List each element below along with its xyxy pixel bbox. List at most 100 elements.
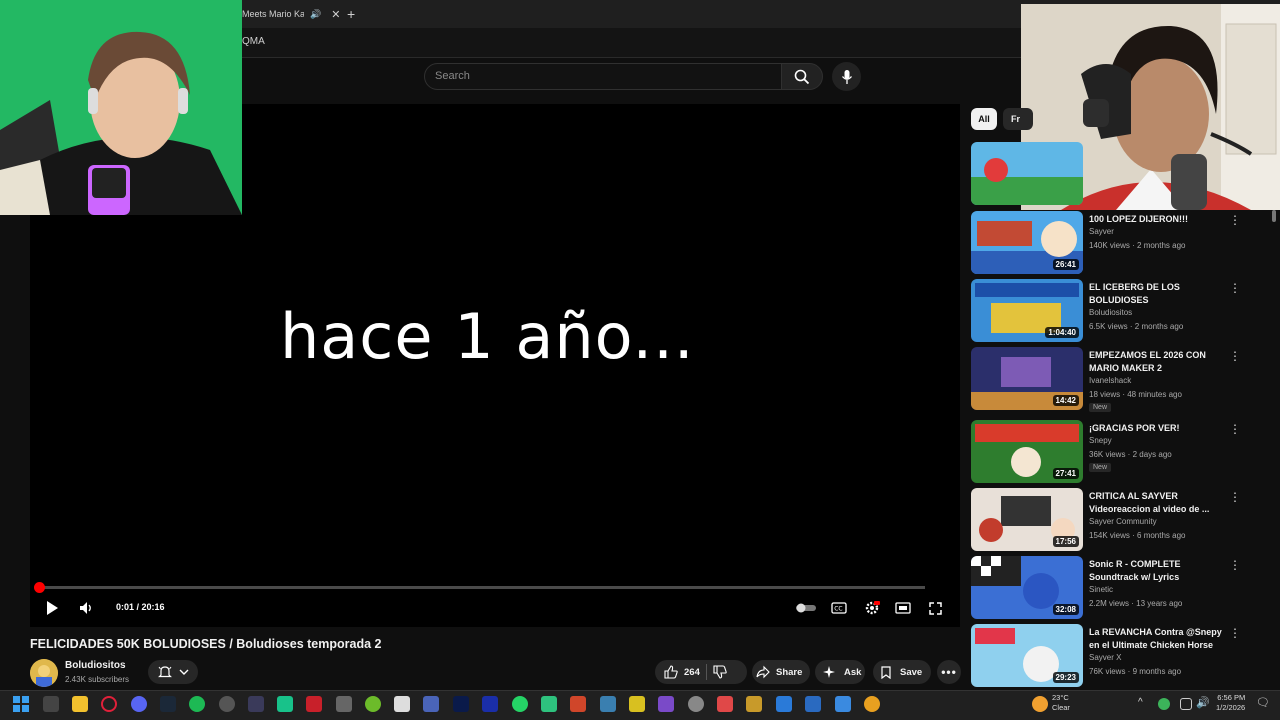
speaker-tray-icon[interactable]: 🔊 bbox=[1196, 696, 1210, 709]
video-thumbnail[interactable]: 32:08 bbox=[971, 556, 1083, 619]
bookmark-item[interactable]: QMA bbox=[242, 36, 265, 47]
obs-icon[interactable] bbox=[219, 696, 235, 712]
more-vertical-icon[interactable]: ⋮ bbox=[1229, 558, 1241, 572]
sidebar-scrollbar[interactable] bbox=[1272, 210, 1276, 222]
xbox-icon[interactable] bbox=[365, 696, 381, 712]
share-button[interactable]: Share bbox=[752, 660, 810, 684]
video-title-link[interactable]: EMPEZAMOS EL 2026 CON MARIO MAKER 2 bbox=[1089, 349, 1229, 375]
app-icon[interactable] bbox=[717, 696, 733, 712]
more-vertical-icon[interactable]: ⋮ bbox=[1229, 626, 1241, 640]
chevron-up-icon[interactable]: ^ bbox=[1138, 697, 1143, 708]
list-item[interactable]: 14:42 EMPEZAMOS EL 2026 CON MARIO MAKER … bbox=[971, 347, 1261, 412]
like-button[interactable]: 264 bbox=[655, 665, 700, 679]
volume-button[interactable] bbox=[76, 598, 96, 618]
weather-widget[interactable]: 23°C Clear bbox=[1052, 693, 1070, 713]
video-thumbnail[interactable]: 17:56 bbox=[971, 488, 1083, 551]
video-title-link[interactable]: 100 LOPEZ DIJERON!!! bbox=[1089, 213, 1229, 226]
list-item[interactable] bbox=[971, 142, 1261, 206]
browser-tab[interactable]: Meets Mario Kart 🔊 ✕ bbox=[242, 4, 342, 24]
app-icon[interactable] bbox=[805, 696, 821, 712]
app-icon[interactable] bbox=[482, 696, 498, 712]
app-icon[interactable] bbox=[277, 696, 293, 712]
channel-name[interactable]: Snepy bbox=[1089, 436, 1112, 445]
app-icon[interactable] bbox=[746, 696, 762, 712]
spotify-icon[interactable] bbox=[189, 696, 205, 712]
app-icon[interactable] bbox=[248, 696, 264, 712]
captions-button[interactable]: CC bbox=[828, 598, 850, 618]
video-thumbnail[interactable]: 1:04:40 bbox=[971, 279, 1083, 342]
dislike-button[interactable] bbox=[713, 665, 727, 679]
app-icon[interactable] bbox=[835, 696, 851, 712]
channel-name[interactable]: Sayver X bbox=[1089, 653, 1121, 662]
notification-bell-button[interactable] bbox=[148, 660, 198, 684]
app-icon[interactable] bbox=[629, 696, 645, 712]
voice-search-button[interactable] bbox=[832, 62, 861, 91]
opera-icon[interactable] bbox=[101, 696, 117, 712]
windows-start-icon[interactable] bbox=[13, 696, 29, 712]
list-item[interactable]: 1:04:40 EL ICEBERG DE LOS BOLUDIOSES Bol… bbox=[971, 279, 1261, 343]
mic-tray-icon[interactable] bbox=[1158, 698, 1170, 710]
progress-bar[interactable] bbox=[40, 586, 925, 589]
video-thumbnail[interactable]: 26:41 bbox=[971, 211, 1083, 274]
more-vertical-icon[interactable]: ⋮ bbox=[1229, 213, 1241, 227]
whatsapp-icon[interactable] bbox=[512, 696, 528, 712]
settings-app-icon[interactable] bbox=[688, 696, 704, 712]
app-icon[interactable] bbox=[658, 696, 674, 712]
settings-button[interactable] bbox=[861, 598, 883, 618]
app-icon[interactable] bbox=[600, 696, 616, 712]
channel-name[interactable]: Sinetic bbox=[1089, 585, 1113, 594]
video-thumbnail[interactable]: 29:23 bbox=[971, 624, 1083, 687]
autoplay-toggle[interactable] bbox=[795, 598, 817, 618]
app-icon[interactable] bbox=[776, 696, 792, 712]
list-item[interactable]: 27:41 ¡GRACIAS POR VER! Snepy 36K views … bbox=[971, 420, 1261, 484]
theater-mode-button[interactable] bbox=[892, 598, 914, 618]
speaker-icon[interactable]: 🔊 bbox=[310, 9, 321, 20]
task-view-icon[interactable] bbox=[43, 696, 59, 712]
channel-avatar[interactable] bbox=[30, 659, 58, 687]
video-title-link[interactable]: La REVANCHA Contra @Snepy en el Ultimate… bbox=[1089, 626, 1229, 652]
video-title-link[interactable]: Sonic R - COMPLETE Soundtrack w/ Lyrics bbox=[1089, 558, 1229, 584]
app-icon[interactable] bbox=[306, 696, 322, 712]
video-title-link[interactable]: EL ICEBERG DE LOS BOLUDIOSES bbox=[1089, 281, 1229, 307]
channel-name[interactable]: Sayver Community bbox=[1089, 517, 1157, 526]
search-input[interactable]: Search bbox=[424, 63, 782, 90]
file-explorer-icon[interactable] bbox=[72, 696, 88, 712]
chrome-icon[interactable] bbox=[864, 696, 880, 712]
list-item[interactable]: 17:56 CRITICA AL SAYVER Videoreaccion al… bbox=[971, 488, 1261, 552]
more-vertical-icon[interactable]: ⋮ bbox=[1229, 349, 1241, 363]
list-item[interactable]: 32:08 Sonic R - COMPLETE Soundtrack w/ L… bbox=[971, 556, 1261, 620]
animate-icon[interactable] bbox=[453, 696, 469, 712]
more-vertical-icon[interactable]: ⋮ bbox=[1229, 422, 1241, 436]
channel-name[interactable]: Sayver bbox=[1089, 227, 1114, 236]
fullscreen-button[interactable] bbox=[924, 598, 946, 618]
app-icon[interactable] bbox=[570, 696, 586, 712]
steam-icon[interactable] bbox=[160, 696, 176, 712]
discord-icon[interactable] bbox=[131, 696, 147, 712]
video-thumbnail[interactable]: 27:41 bbox=[971, 420, 1083, 483]
list-item[interactable]: 26:41 100 LOPEZ DIJERON!!! Sayver 140K v… bbox=[971, 211, 1261, 275]
app-icon[interactable] bbox=[541, 696, 557, 712]
app-icon[interactable] bbox=[423, 696, 439, 712]
list-item[interactable]: 29:23 La REVANCHA Contra @Snepy en el Ul… bbox=[971, 624, 1261, 688]
app-icon[interactable] bbox=[336, 696, 352, 712]
network-icon[interactable] bbox=[1180, 698, 1192, 710]
channel-name[interactable]: Ivanelshack bbox=[1089, 376, 1131, 385]
system-clock[interactable]: 6:56 PM 1/2/2026 bbox=[1216, 693, 1245, 713]
video-title-link[interactable]: ¡GRACIAS POR VER! bbox=[1089, 422, 1229, 435]
video-thumbnail[interactable]: 14:42 bbox=[971, 347, 1083, 410]
more-vertical-icon[interactable]: ⋮ bbox=[1229, 490, 1241, 504]
ask-button[interactable]: Ask bbox=[815, 660, 865, 684]
chip-from-channel[interactable]: Fr bbox=[1003, 108, 1033, 130]
chip-all[interactable]: All bbox=[971, 108, 997, 130]
app-icon[interactable] bbox=[394, 696, 410, 712]
close-tab-icon[interactable]: ✕ bbox=[331, 8, 340, 21]
more-vertical-icon[interactable]: ⋮ bbox=[1229, 281, 1241, 295]
play-button[interactable] bbox=[42, 598, 62, 618]
more-actions-button[interactable]: ••• bbox=[937, 660, 961, 684]
progress-scrubber[interactable] bbox=[34, 582, 45, 593]
channel-name[interactable]: Boludiositos bbox=[1089, 308, 1132, 317]
video-title-link[interactable]: CRITICA AL SAYVER Videoreaccion al video… bbox=[1089, 490, 1229, 516]
video-thumbnail[interactable] bbox=[971, 142, 1083, 205]
search-button[interactable] bbox=[781, 63, 823, 90]
channel-name[interactable]: Boludiositos bbox=[65, 660, 126, 671]
